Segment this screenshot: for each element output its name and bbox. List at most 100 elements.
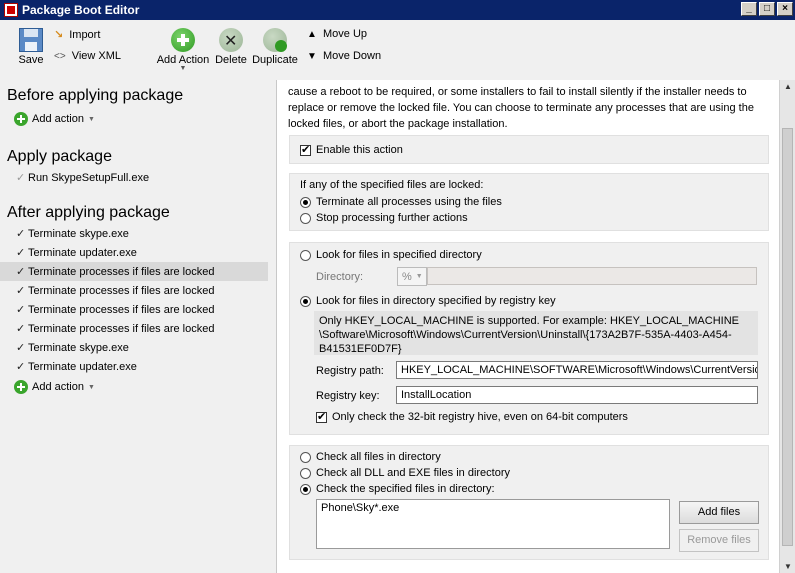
add-files-button[interactable]: Add files — [679, 501, 759, 524]
move-down-button[interactable]: ▼ Move Down — [307, 50, 381, 62]
step-label: Terminate updater.exe — [28, 246, 137, 259]
close-button[interactable]: × — [777, 2, 793, 16]
remove-files-button[interactable]: Remove files — [679, 529, 759, 552]
registry-path-label: Registry path: — [316, 365, 384, 377]
checkbox-box — [300, 143, 311, 156]
title-bar: Package Boot Editor _ □ × — [0, 0, 795, 20]
delete-label: Delete — [215, 54, 247, 66]
add-action-button[interactable]: Add Action ▼ — [155, 28, 211, 72]
after-step-selected[interactable]: ✓ Terminate processes if files are locke… — [0, 262, 268, 281]
after-step[interactable]: ✓ Terminate skype.exe — [0, 338, 268, 357]
after-step[interactable]: ✓ Terminate skype.exe — [0, 224, 268, 243]
enable-checkbox[interactable]: Enable this action — [300, 143, 403, 156]
check-icon: ✓ — [16, 228, 26, 240]
chevron-down-icon: ▼ — [87, 115, 95, 123]
step-label: Terminate processes if files are locked — [28, 322, 215, 335]
only32-label: Only check the 32-bit registry hive, eve… — [332, 411, 628, 423]
registry-key-input[interactable]: InstallLocation — [396, 386, 758, 404]
files-list[interactable]: Phone\Sky*.exe — [316, 499, 670, 549]
add-action-label: Add action — [32, 381, 84, 393]
description-line: locked files, or abort the package insta… — [288, 118, 508, 130]
registry-key-label-text: Registry key: — [316, 390, 380, 402]
after-step[interactable]: ✓ Terminate processes if files are locke… — [0, 300, 268, 319]
check-all-radio[interactable]: Check all files in directory — [300, 451, 441, 463]
registry-path-value: HKEY_LOCAL_MACHINE\SOFTWARE\Microsoft\Wi… — [401, 364, 758, 376]
chevron-down-icon: ▼ — [179, 65, 187, 72]
look-reg-radio[interactable]: Look for files in directory specified by… — [300, 295, 556, 307]
radio-dot — [300, 249, 311, 261]
scroll-thumb[interactable] — [782, 128, 793, 546]
duplicate-button[interactable]: Duplicate — [251, 28, 299, 66]
description-line: cause a reboot to be required, or some i… — [288, 86, 747, 98]
list-item[interactable]: Phone\Sky*.exe — [321, 502, 665, 514]
save-icon — [19, 28, 43, 52]
chevron-down-icon: ▼ — [87, 383, 95, 391]
maximize-button[interactable]: □ — [759, 2, 775, 16]
terminate-radio[interactable]: Terminate all processes using the files — [300, 196, 502, 208]
registry-path-input[interactable]: HKEY_LOCAL_MACHINE\SOFTWARE\Microsoft\Wi… — [396, 361, 758, 379]
view-xml-button[interactable]: <> View XML — [54, 50, 121, 62]
enable-label: Enable this action — [316, 144, 403, 156]
directory-label: Directory: — [316, 271, 363, 283]
info-line: Only HKEY_LOCAL_MACHINE is supported. Fo… — [319, 315, 739, 327]
directory-combo[interactable]: % ▼ — [397, 267, 427, 286]
enable-group: Enable this action — [289, 135, 769, 164]
radio-dot — [300, 451, 311, 463]
look-reg-label: Look for files in directory specified by… — [316, 295, 556, 307]
after-step[interactable]: ✓ Terminate updater.exe — [0, 357, 268, 376]
scroll-up-icon[interactable]: ▲ — [784, 82, 792, 91]
add-icon — [14, 112, 28, 126]
step-label: Terminate skype.exe — [28, 341, 129, 354]
check-icon: ✓ — [16, 323, 26, 335]
add-icon — [171, 28, 195, 52]
step-label: Terminate updater.exe — [28, 360, 137, 373]
step-label: Terminate skype.exe — [28, 227, 129, 240]
check-dll-radio[interactable]: Check all DLL and EXE files in directory — [300, 467, 510, 479]
toolbar: Save ↘ Import <> View XML Add Action ▼ ✕… — [0, 20, 795, 76]
check-icon: ✓ — [16, 172, 26, 184]
import-label: Import — [69, 28, 101, 41]
stop-radio[interactable]: Stop processing further actions — [300, 212, 468, 224]
look-dir-radio[interactable]: Look for files in specified directory — [300, 249, 482, 261]
terminate-label: Terminate all processes using the files — [316, 196, 502, 208]
check-specified-radio[interactable]: Check the specified files in directory: — [300, 483, 495, 495]
vertical-scrollbar[interactable]: ▲ ▼ — [779, 80, 795, 573]
radio-dot — [300, 196, 311, 208]
import-button[interactable]: ↘ Import — [54, 28, 101, 42]
stop-label: Stop processing further actions — [316, 212, 468, 224]
check-icon: ✓ — [16, 361, 26, 373]
import-icon: ↘ — [54, 29, 64, 41]
step-label: Terminate processes if files are locked — [28, 303, 215, 316]
minimize-button[interactable]: _ — [741, 2, 757, 16]
save-label: Save — [18, 54, 44, 66]
locked-behavior-group: If any of the specified files are locked… — [289, 173, 769, 231]
registry-key-value: InstallLocation — [401, 389, 472, 401]
description-text: cause a reboot to be required, or some i… — [288, 84, 772, 132]
delete-icon: ✕ — [219, 28, 243, 52]
app-icon — [4, 3, 18, 17]
save-button[interactable]: Save — [15, 28, 47, 66]
scroll-down-icon[interactable]: ▼ — [784, 562, 792, 571]
after-step[interactable]: ✓ Terminate processes if files are locke… — [0, 319, 268, 338]
duplicate-icon — [263, 28, 287, 52]
action-list-panel: Before applying package Add action ▼ App… — [0, 80, 272, 573]
after-add-action[interactable]: Add action ▼ — [14, 380, 95, 394]
check-icon: ✓ — [16, 285, 26, 297]
before-heading: Before applying package — [7, 87, 184, 104]
after-step[interactable]: ✓ Terminate processes if files are locke… — [0, 281, 268, 300]
after-step[interactable]: ✓ Terminate updater.exe — [0, 243, 268, 262]
directory-combo-value: % — [402, 270, 412, 283]
move-down-label: Move Down — [323, 50, 382, 62]
action-details-panel: cause a reboot to be required, or some i… — [276, 80, 779, 573]
apply-step[interactable]: ✓ Run SkypeSetupFull.exe — [0, 168, 268, 187]
step-label: Run SkypeSetupFull.exe — [28, 171, 150, 184]
delete-button[interactable]: ✕ Delete — [214, 28, 248, 66]
directory-input[interactable] — [427, 267, 757, 285]
only32-checkbox[interactable]: Only check the 32-bit registry hive, eve… — [316, 410, 628, 423]
before-add-action[interactable]: Add action ▼ — [14, 112, 95, 126]
registry-key-label: Registry key: — [316, 390, 380, 402]
move-up-button[interactable]: ▲ Move Up — [307, 28, 367, 40]
look-dir-label: Look for files in specified directory — [316, 249, 482, 261]
apply-heading: Apply package — [7, 148, 112, 165]
arrow-down-icon: ▼ — [307, 50, 317, 62]
